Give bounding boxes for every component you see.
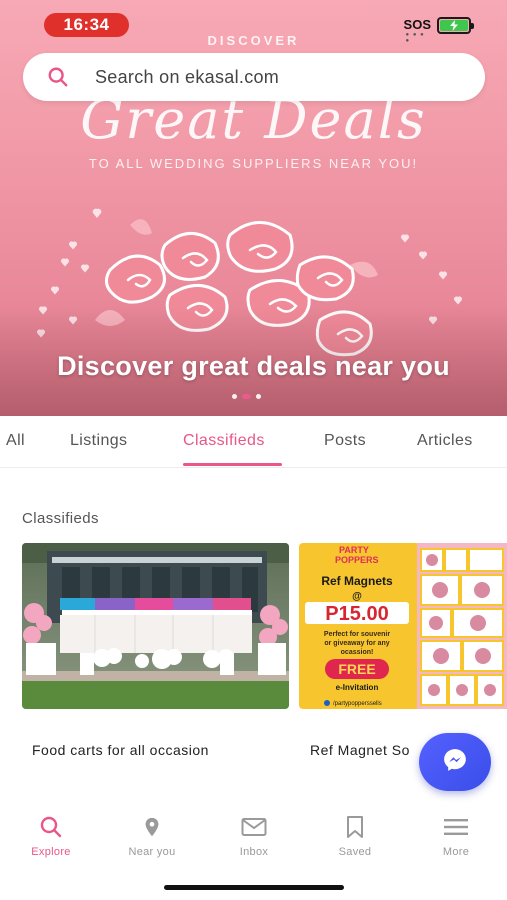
carousel-dot[interactable] (232, 394, 237, 399)
category-tabs: All Listings Classifieds Posts Articles (0, 416, 507, 468)
envelope-icon (241, 814, 267, 840)
search-icon (38, 814, 64, 840)
carousel-dot[interactable] (256, 394, 261, 399)
classified-card-image[interactable]: PARTY POPPERS Ref Magnets @ P15.00 Perfe… (299, 543, 507, 709)
active-tab-indicator (183, 463, 282, 466)
flyer-heading: Ref Magnets (321, 574, 393, 588)
carousel-dots[interactable] (232, 394, 261, 399)
carousel-dot-active[interactable] (242, 394, 251, 399)
messenger-icon (442, 747, 468, 778)
location-pin-icon (139, 814, 165, 840)
flyer-brand-line1: PARTY (339, 545, 369, 555)
flyer-tagline-1: Perfect for souvenir (324, 631, 390, 638)
nav-label: Inbox (239, 846, 269, 858)
flyer-tagline-3: ocassion! (341, 649, 374, 656)
tab-all[interactable]: All (6, 432, 25, 450)
flyer-price: P15.00 (325, 603, 388, 625)
nav-label: Explore (31, 846, 71, 858)
flyer-at: @ (352, 591, 362, 602)
bottom-navigation: Explore Near you Inbox Saved More (0, 806, 507, 870)
classified-card-title[interactable]: Ref Magnet So (310, 742, 410, 758)
hamburger-menu-icon (443, 814, 469, 840)
nav-label: Near you (128, 846, 176, 858)
search-icon (45, 64, 71, 90)
nav-explore[interactable]: Explore (11, 806, 91, 858)
tab-articles[interactable]: Articles (417, 432, 473, 450)
sos-indicator: SOS (403, 17, 431, 32)
nav-saved[interactable]: Saved (315, 806, 395, 858)
hero-subline: TO ALL WEDDING SUPPLIERS NEAR YOU! (88, 156, 419, 171)
search-bar[interactable]: Search on ekasal.com (23, 53, 485, 101)
flyer-tagline-2: or giveaway for any (324, 640, 389, 647)
tab-posts[interactable]: Posts (324, 432, 366, 450)
signal-dots: ● ● ● ● (405, 32, 425, 44)
search-input[interactable]: Search on ekasal.com (95, 67, 279, 88)
nav-inbox[interactable]: Inbox (214, 806, 294, 858)
status-time: 16:34 (44, 13, 129, 37)
status-indicators: SOS ● ● ● ● (403, 16, 474, 44)
tab-classifieds[interactable]: Classifieds (183, 432, 265, 450)
nav-label: Saved (338, 846, 372, 858)
flyer-handle: /partypopperssells (333, 701, 382, 707)
party-poppers-flyer: PARTY POPPERS Ref Magnets @ P15.00 Perfe… (299, 543, 507, 709)
hero-caption: Discover great deals near you (57, 351, 450, 381)
flyer-brand-line2: POPPERS (335, 555, 379, 565)
section-title: Classifieds (22, 510, 99, 527)
classified-card-image[interactable] (22, 543, 289, 709)
nav-more[interactable]: More (416, 806, 496, 858)
messenger-chat-button[interactable] (419, 733, 491, 791)
classified-card-title[interactable]: Food carts for all occasion (32, 742, 209, 758)
nav-label: More (442, 846, 470, 858)
home-indicator[interactable] (164, 885, 344, 890)
bookmark-icon (342, 814, 368, 840)
hero-headline: Great Deals (80, 88, 427, 151)
food-carts-photo (22, 543, 289, 709)
flyer-free: FREE (338, 661, 375, 677)
tab-listings[interactable]: Listings (70, 432, 127, 450)
nav-near-you[interactable]: Near you (112, 806, 192, 858)
flyer-free-sub: e-Invitation (336, 683, 379, 692)
battery-charging-icon (437, 16, 474, 34)
